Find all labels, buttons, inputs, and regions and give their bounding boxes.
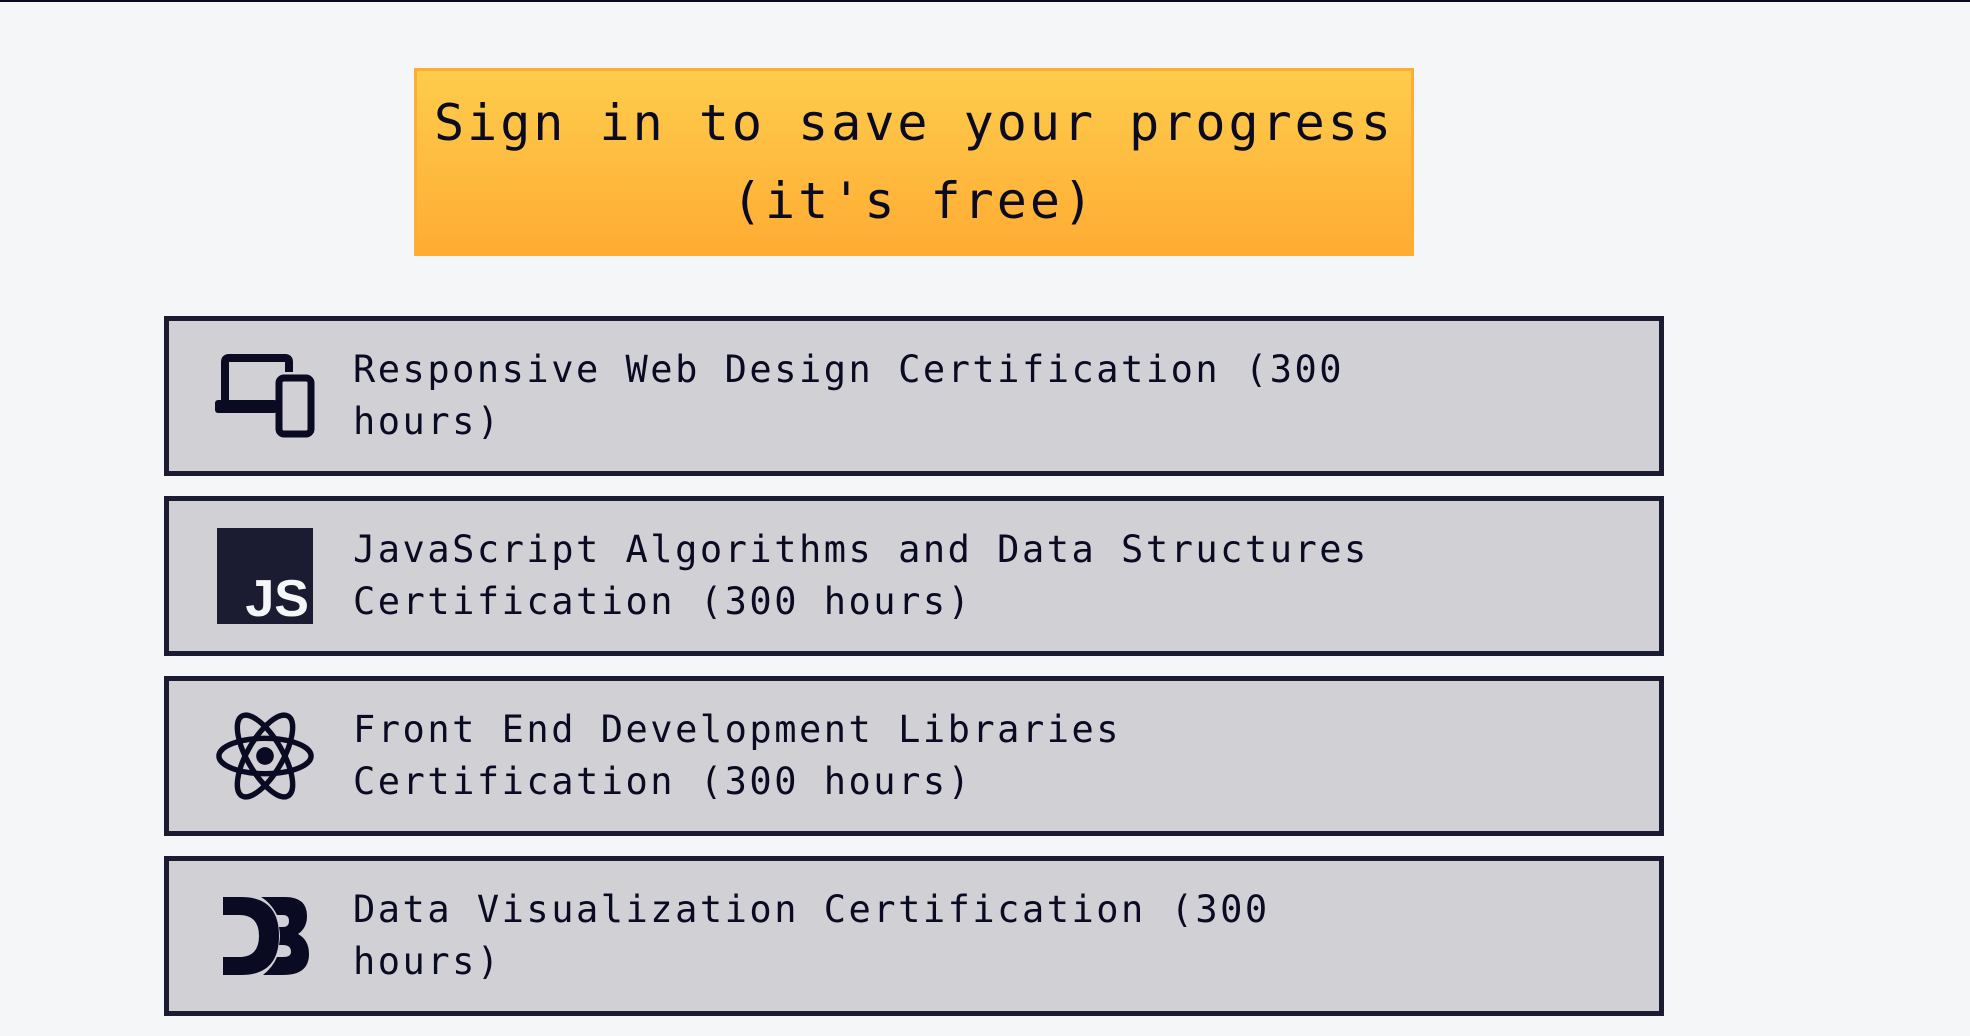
cert-responsive-web-design[interactable]: Responsive Web Design Certification (300…: [164, 316, 1664, 476]
cert-label: Responsive Web Design Certification (300…: [353, 348, 1345, 443]
certification-list: Responsive Web Design Certification (300…: [164, 316, 1664, 1036]
sign-in-button-label: Sign in to save your progress (it's free…: [434, 94, 1394, 230]
responsive-devices-icon: [215, 346, 315, 446]
cert-label: Data Visualization Certification (300 ho…: [353, 888, 1270, 983]
cert-javascript-algorithms[interactable]: JS JavaScript Algorithms and Data Struct…: [164, 496, 1664, 656]
javascript-icon-text: JS: [245, 570, 309, 624]
d3-icon: [215, 886, 315, 986]
top-border: [0, 0, 1970, 2]
cert-front-end-libraries[interactable]: Front End Development Libraries Certific…: [164, 676, 1664, 836]
sign-in-button[interactable]: Sign in to save your progress (it's free…: [414, 68, 1414, 256]
cert-label: Front End Development Libraries Certific…: [353, 708, 1122, 803]
cert-label: JavaScript Algorithms and Data Structure…: [353, 528, 1369, 623]
react-icon: [215, 706, 315, 806]
cert-data-visualization[interactable]: Data Visualization Certification (300 ho…: [164, 856, 1664, 1016]
javascript-icon: JS: [215, 526, 315, 626]
